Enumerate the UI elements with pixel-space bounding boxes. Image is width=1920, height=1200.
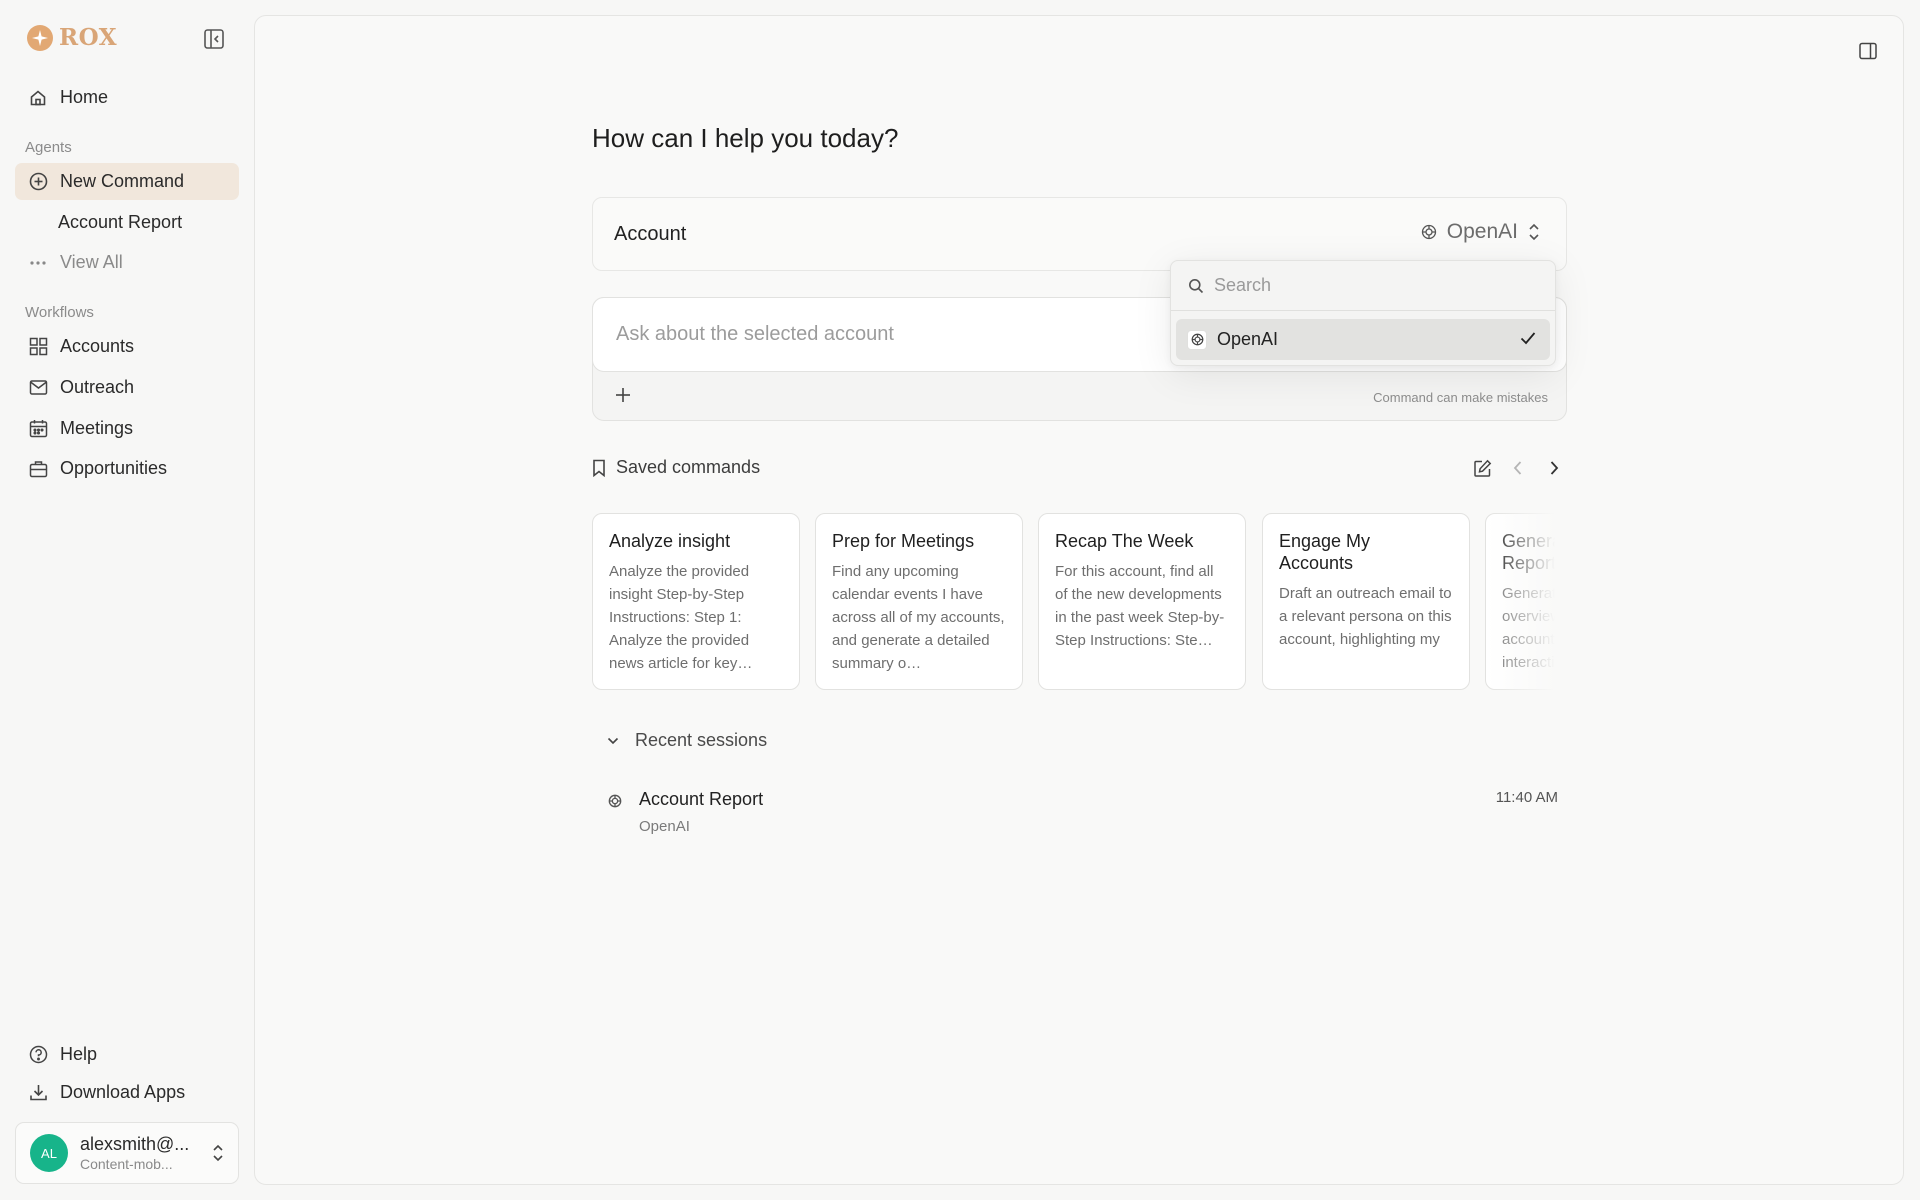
saved-commands-header: Saved commands (592, 457, 760, 478)
logo-star-icon (27, 24, 53, 51)
chevron-left-icon[interactable] (1507, 457, 1529, 479)
disclaimer-text: Command can make mistakes (1373, 390, 1548, 405)
plus-circle-icon (28, 172, 48, 192)
user-org: Content-mob... (80, 1156, 173, 1172)
sidebar-item-meetings[interactable]: Meetings (15, 410, 239, 447)
search-icon (1188, 278, 1204, 294)
download-icon (28, 1083, 48, 1103)
ellipsis-icon (28, 253, 48, 273)
calendar-icon (28, 419, 48, 439)
session-time: 11:40 AM (1495, 789, 1558, 806)
sidebar-item-label: Outreach (60, 377, 135, 397)
session-title: Account Report (639, 789, 764, 809)
sidebar-item-outreach[interactable]: Outreach (15, 369, 239, 406)
sidebar-item-label: Download Apps (60, 1082, 186, 1102)
saved-command-card[interactable]: Analyze insight Analyze the provided ins… (592, 513, 800, 690)
account-select[interactable]: OpenAI (1421, 220, 1540, 244)
add-attachment-icon[interactable] (613, 385, 633, 405)
sidebar-item-label: Accounts (60, 336, 135, 356)
edit-icon[interactable] (1471, 457, 1493, 479)
account-dropdown: OpenAI (1170, 260, 1556, 366)
saved-command-card[interactable]: Engage My Accounts Draft an outreach ema… (1262, 513, 1470, 690)
chevron-down-icon (607, 737, 619, 745)
openai-icon (1187, 329, 1207, 350)
openai-icon (1421, 224, 1437, 240)
grid-icon (28, 337, 48, 357)
recent-sessions-toggle[interactable]: Recent sessions (607, 730, 767, 751)
chevron-up-down-icon (212, 1143, 224, 1163)
sidebar-item-account-report[interactable]: Account Report (15, 204, 239, 241)
saved-commands-label: Saved commands (616, 457, 761, 477)
rox-logo[interactable]: ROX (27, 24, 117, 51)
sidebar-item-label: Opportunities (60, 458, 168, 478)
card-description: Find any upcoming calendar events I have… (832, 563, 1005, 672)
recent-sessions-label: Recent sessions (635, 730, 768, 750)
avatar: AL (30, 1134, 68, 1172)
bookmark-icon (592, 459, 606, 477)
saved-command-card[interactable]: Generate Report Generate overview accoun… (1485, 513, 1567, 690)
saved-commands-actions (1471, 457, 1565, 479)
sidebar-item-label: New Command (60, 171, 185, 191)
dropdown-option-openai[interactable]: OpenAI (1176, 319, 1550, 360)
selected-account-name: OpenAI (1446, 220, 1518, 243)
saved-command-card[interactable]: Prep for Meetings Find any upcoming cale… (815, 513, 1023, 690)
page-title: How can I help you today? (592, 123, 899, 153)
toggle-right-panel-icon[interactable] (1855, 38, 1881, 64)
card-title: Engage My Accounts (1279, 531, 1371, 573)
main-panel: How can I help you today? Account OpenAI… (254, 15, 1904, 1185)
session-subtitle: OpenAI (639, 818, 690, 835)
sidebar-item-new-command[interactable]: New Command (15, 163, 239, 200)
brand-name: ROX (59, 24, 118, 51)
card-title: Generate Report (1502, 531, 1567, 573)
sidebar-item-home[interactable]: Home (15, 79, 239, 116)
sidebar-item-accounts[interactable]: Accounts (15, 328, 239, 365)
sidebar-item-label: Home (60, 87, 109, 107)
sidebar-item-label: Help (60, 1044, 98, 1064)
chevron-right-icon[interactable] (1543, 457, 1565, 479)
dropdown-search (1171, 261, 1555, 311)
card-description: For this account, find all of the new de… (1055, 563, 1225, 649)
saved-command-card[interactable]: Recap The Week For this account, find al… (1038, 513, 1246, 690)
sidebar-item-label: Account Report (58, 212, 183, 232)
agents-section-label: Agents (25, 139, 72, 156)
account-label: Account (614, 223, 687, 245)
sidebar-item-view-all[interactable]: View All (15, 244, 239, 281)
openai-icon (608, 794, 622, 808)
home-icon (28, 88, 48, 108)
sidebar-item-help[interactable]: Help (15, 1036, 239, 1073)
workflows-section-label: Workflows (25, 304, 94, 321)
card-title: Prep for Meetings (832, 531, 975, 551)
card-description: Generate overview account interaction (1502, 585, 1567, 671)
sidebar: ROX Home Agents New Command Account Repo… (0, 0, 254, 1200)
chevron-up-down-icon (1528, 223, 1540, 241)
collapse-sidebar-icon[interactable] (202, 27, 226, 51)
sidebar-item-label: View All (60, 252, 123, 272)
help-icon (28, 1045, 48, 1065)
mail-icon (28, 378, 48, 398)
session-row[interactable]: Account Report OpenAI 11:40 AM (608, 789, 1558, 841)
card-title: Analyze insight (609, 531, 731, 551)
dropdown-option-label: OpenAI (1217, 329, 1279, 349)
card-description: Analyze the provided insight Step-by-Ste… (609, 563, 753, 672)
check-icon (1520, 331, 1536, 345)
card-description: Draft an outreach email to a relevant pe… (1279, 585, 1452, 648)
sidebar-item-opportunities[interactable]: Opportunities (15, 450, 239, 487)
user-menu[interactable]: AL alexsmith@... Content-mob... (15, 1122, 239, 1184)
card-title: Recap The Week (1055, 531, 1194, 551)
sidebar-item-label: Meetings (60, 418, 134, 438)
briefcase-icon (28, 459, 48, 479)
sidebar-item-download-apps[interactable]: Download Apps (15, 1074, 239, 1111)
search-input[interactable] (1214, 275, 1534, 296)
user-email: alexsmith@... (80, 1134, 190, 1154)
saved-commands-carousel: Analyze insight Analyze the provided ins… (592, 513, 1567, 691)
